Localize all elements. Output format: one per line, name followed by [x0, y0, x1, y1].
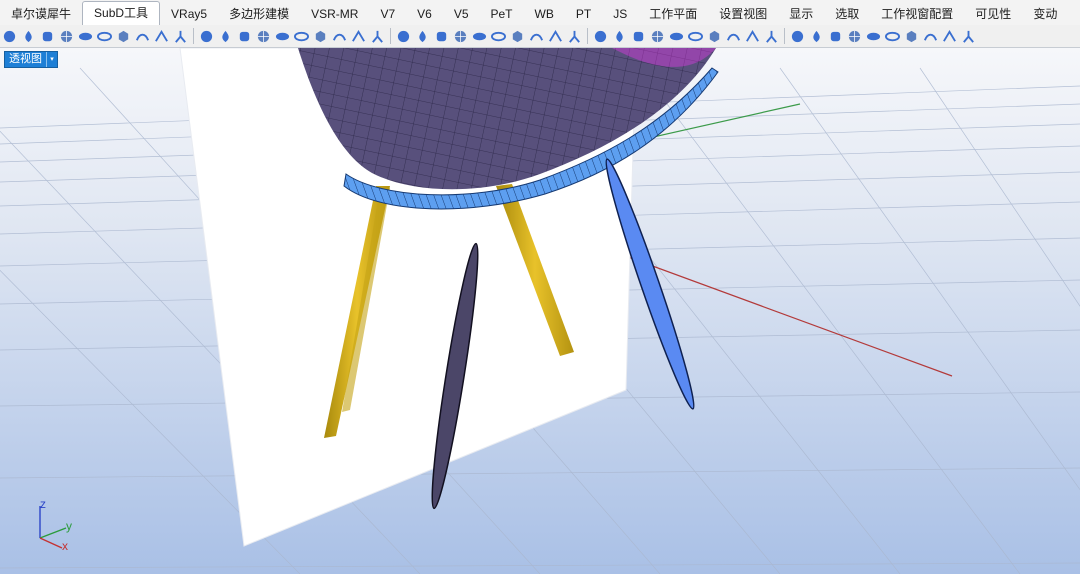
- subd-sphere-b-icon[interactable]: [744, 28, 761, 45]
- viewport-title-label[interactable]: 透视图: [5, 52, 46, 67]
- subd-layer-icon[interactable]: [471, 28, 488, 45]
- subd-delete-icon[interactable]: [789, 28, 806, 45]
- tab-2[interactable]: SubD工具: [82, 1, 161, 25]
- tab-20[interactable]: 曲: [1068, 3, 1080, 25]
- tab-19[interactable]: 变动: [1022, 3, 1068, 25]
- tab-15[interactable]: 显示: [778, 3, 824, 25]
- tab-8[interactable]: V5: [443, 3, 480, 25]
- tab-3[interactable]: VRay5: [160, 3, 218, 25]
- subd-globe-icon[interactable]: [58, 28, 75, 45]
- subd-wrench-icon[interactable]: [687, 28, 704, 45]
- subd-panel-icon[interactable]: [331, 28, 348, 45]
- subd-mesh-grid-icon[interactable]: [350, 28, 367, 45]
- subd-face-dots-icon[interactable]: [611, 28, 628, 45]
- subd-sphere-icon[interactable]: [1, 28, 18, 45]
- subd-checker-icon[interactable]: [922, 28, 939, 45]
- tab-17[interactable]: 工作视窗配置: [870, 3, 964, 25]
- subd-rope-icon[interactable]: [903, 28, 920, 45]
- subd-ellipsoid-icon[interactable]: [77, 28, 94, 45]
- tab-6[interactable]: V7: [369, 3, 406, 25]
- perspective-viewport[interactable]: z y x 透视图 ▾: [0, 48, 1080, 574]
- toolbar-separator: [390, 28, 391, 44]
- subd-arc-icon[interactable]: [198, 28, 215, 45]
- tab-13[interactable]: 工作平面: [638, 3, 708, 25]
- tab-9[interactable]: PeT: [480, 3, 524, 25]
- triad-y-label: y: [66, 519, 72, 533]
- subd-loft-icon[interactable]: [134, 28, 151, 45]
- tab-1[interactable]: 卓尔谟犀牛: [0, 3, 82, 25]
- subd-stack-icon[interactable]: [865, 28, 882, 45]
- subd-torus-icon[interactable]: [96, 28, 113, 45]
- viewport-menu-arrow[interactable]: ▾: [46, 52, 57, 67]
- subd-slide-icon[interactable]: [452, 28, 469, 45]
- subd-fillet-icon[interactable]: [274, 28, 291, 45]
- subd-box-grid-icon[interactable]: [312, 28, 329, 45]
- subd-color-balls-icon[interactable]: [293, 28, 310, 45]
- rhino-window: 卓尔谟犀牛 SubD工具 VRay5 多边形建模 VSR-MR V7 V6 V5 PeT WB PT…: [0, 0, 1080, 574]
- subd-extrude-icon[interactable]: [255, 28, 272, 45]
- tab-11[interactable]: PT: [565, 3, 602, 25]
- triad-x-label: x: [62, 539, 68, 553]
- subd-sphere-a-icon[interactable]: [725, 28, 742, 45]
- toolbar-separator: [193, 28, 194, 44]
- subd-split-icon[interactable]: [566, 28, 583, 45]
- tab-7[interactable]: V6: [406, 3, 443, 25]
- subd-bridge-icon[interactable]: [395, 28, 412, 45]
- subd-mesh-block-icon[interactable]: [509, 28, 526, 45]
- subd-drop-icon[interactable]: [20, 28, 37, 45]
- toolbar-tabs: 卓尔谟犀牛 SubD工具 VRay5 多边形建模 VSR-MR V7 V6 V5 PeT WB PT…: [0, 0, 1080, 26]
- subd-weld-icon[interactable]: [808, 28, 825, 45]
- subd-close-icon[interactable]: [960, 28, 977, 45]
- tab-12[interactable]: JS: [602, 3, 638, 25]
- toolbar-separator: [587, 28, 588, 44]
- subd-sphere-grid-icon[interactable]: [369, 28, 386, 45]
- subd-dense-grid-icon[interactable]: [630, 28, 647, 45]
- viewport-title[interactable]: 透视图 ▾: [4, 51, 58, 68]
- subd-crease-icon[interactable]: [414, 28, 431, 45]
- tab-18[interactable]: 可见性: [964, 3, 1022, 25]
- subd-repair-icon[interactable]: [706, 28, 723, 45]
- subd-toolbar: [0, 25, 1080, 48]
- subd-person-icon[interactable]: [941, 28, 958, 45]
- toolbar-separator: [784, 28, 785, 44]
- tab-16[interactable]: 选取: [824, 3, 870, 25]
- subd-cage-icon[interactable]: [649, 28, 666, 45]
- tab-5[interactable]: VSR-MR: [300, 3, 369, 25]
- subd-cylinder-icon[interactable]: [39, 28, 56, 45]
- subd-brush-icon[interactable]: [884, 28, 901, 45]
- subd-stamp-icon[interactable]: [846, 28, 863, 45]
- subd-align-icon[interactable]: [668, 28, 685, 45]
- subd-gold-box-icon[interactable]: [528, 28, 545, 45]
- subd-convert-icon[interactable]: [490, 28, 507, 45]
- triad-z-label: z: [40, 497, 46, 511]
- subd-hex-icon[interactable]: [592, 28, 609, 45]
- subd-tri-branch-icon[interactable]: [172, 28, 189, 45]
- tab-14[interactable]: 设置视图: [708, 3, 778, 25]
- subd-patch-icon[interactable]: [433, 28, 450, 45]
- tab-4[interactable]: 多边形建模: [218, 3, 300, 25]
- subd-cube-icon[interactable]: [115, 28, 132, 45]
- subd-frame-icon[interactable]: [547, 28, 564, 45]
- subd-bend-icon[interactable]: [217, 28, 234, 45]
- scene-canvas[interactable]: z y x: [0, 48, 1080, 574]
- tab-10[interactable]: WB: [524, 3, 565, 25]
- subd-sweep-icon[interactable]: [153, 28, 170, 45]
- subd-sphere-c-icon[interactable]: [763, 28, 780, 45]
- subd-stretch-icon[interactable]: [236, 28, 253, 45]
- subd-pin-icon[interactable]: [827, 28, 844, 45]
